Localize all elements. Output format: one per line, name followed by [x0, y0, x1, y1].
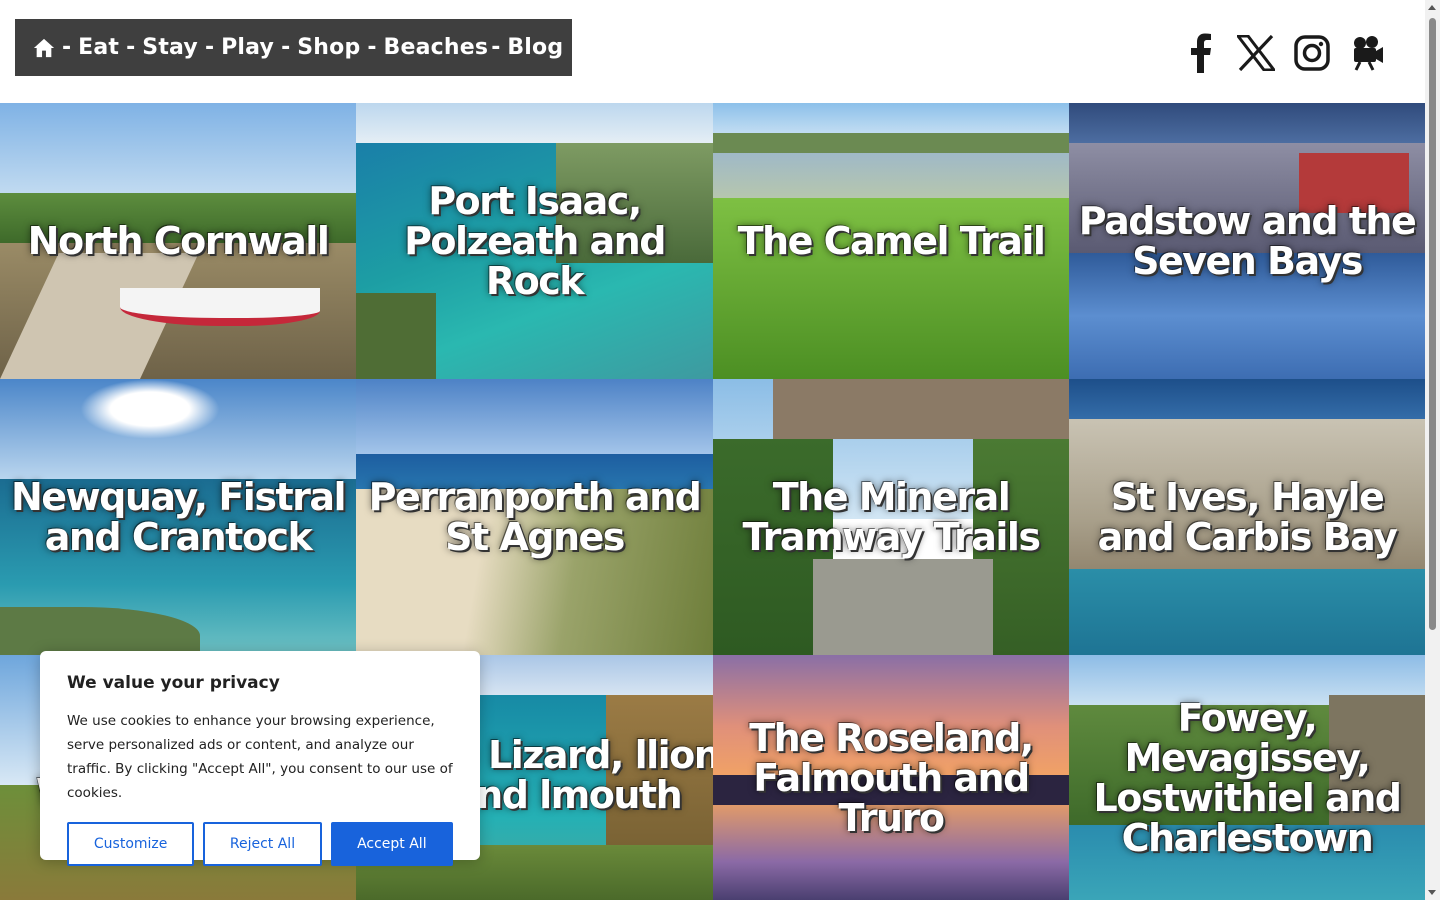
nav-separator: - — [491, 35, 501, 60]
tile-newquay[interactable]: Newquay, Fistral and Crantock — [0, 379, 356, 655]
cookie-consent-dialog: We value your privacy We use cookies to … — [40, 651, 480, 866]
reject-all-button[interactable]: Reject All — [203, 822, 322, 866]
customize-button[interactable]: Customize — [67, 822, 195, 866]
home-icon — [33, 38, 55, 57]
instagram-icon — [1294, 35, 1330, 71]
nav-separator: - — [367, 35, 377, 60]
tile-mineral-tramway[interactable]: The Mineral Tramway Trails — [713, 379, 1069, 655]
tile-title: Newquay, Fistral and Crantock — [10, 475, 347, 559]
social-links — [1180, 32, 1388, 74]
video-camera-icon — [1354, 36, 1383, 71]
main-nav: - Eat - Stay - Play - Shop - Beaches - B… — [15, 19, 572, 76]
tile-title: Padstow and the Seven Bays — [1078, 199, 1417, 283]
tile-padstow[interactable]: Padstow and the Seven Bays — [1069, 103, 1425, 379]
page: - Eat - Stay - Play - Shop - Beaches - B… — [0, 0, 1440, 900]
x-icon — [1237, 35, 1275, 71]
cookie-body: We use cookies to enhance your browsing … — [67, 713, 453, 801]
tile-title: North Cornwall — [27, 219, 330, 263]
nav-separator: - — [281, 35, 291, 60]
tile-title: Perranporth and St Agnes — [368, 475, 702, 559]
nav-separator: - — [126, 35, 136, 60]
nav-separator: - — [204, 35, 215, 60]
tile-north-cornwall[interactable]: North Cornwall — [0, 103, 356, 379]
tile-title: Fowey, Mevagissey, Lostwithiel and Charl… — [1093, 695, 1402, 860]
nav-eat[interactable]: Eat — [78, 35, 119, 60]
tile-title: The Roseland, Falmouth and Truro — [749, 715, 1034, 840]
cookie-title: We value your privacy — [67, 673, 280, 693]
nav-beaches[interactable]: Beaches — [384, 35, 489, 60]
video-link[interactable] — [1348, 32, 1388, 74]
tile-roseland[interactable]: The Roseland, Falmouth and Truro — [713, 655, 1069, 900]
tile-title: The Camel Trail — [737, 219, 1046, 263]
scrollbar-thumb[interactable] — [1429, 18, 1436, 630]
accept-all-button[interactable]: Accept All — [330, 822, 453, 866]
home-link[interactable] — [33, 37, 55, 59]
facebook-link[interactable] — [1180, 32, 1220, 74]
tile-st-ives[interactable]: St Ives, Hayle and Carbis Bay — [1069, 379, 1425, 655]
page-scrollbar[interactable] — [1425, 0, 1440, 900]
scroll-up-icon[interactable] — [1428, 5, 1436, 10]
tile-perranporth[interactable]: Perranporth and St Agnes — [356, 379, 713, 655]
nav-separator: - — [62, 35, 72, 60]
tile-port-isaac[interactable]: Port Isaac, Polzeath and Rock — [356, 103, 713, 379]
instagram-link[interactable] — [1292, 32, 1332, 74]
tile-fowey[interactable]: Fowey, Mevagissey, Lostwithiel and Charl… — [1069, 655, 1425, 900]
tile-title: Port Isaac, Polzeath and Rock — [404, 179, 666, 303]
nav-play[interactable]: Play — [221, 35, 274, 60]
cookie-buttons: Customize Reject All Accept All — [67, 822, 453, 866]
scroll-down-icon[interactable] — [1428, 890, 1436, 895]
facebook-icon — [1191, 33, 1211, 73]
nav-stay[interactable]: Stay — [142, 35, 198, 60]
nav-blog[interactable]: Blog — [507, 35, 563, 60]
tile-camel-trail[interactable]: The Camel Trail — [713, 103, 1069, 379]
nav-shop[interactable]: Shop — [297, 35, 360, 60]
x-link[interactable] — [1236, 32, 1276, 74]
tile-title: St Ives, Hayle and Carbis Bay — [1097, 475, 1398, 559]
tile-title: e Lizard, llion and lmouth — [452, 733, 713, 817]
tile-title: The Mineral Tramway Trails — [742, 475, 1041, 559]
